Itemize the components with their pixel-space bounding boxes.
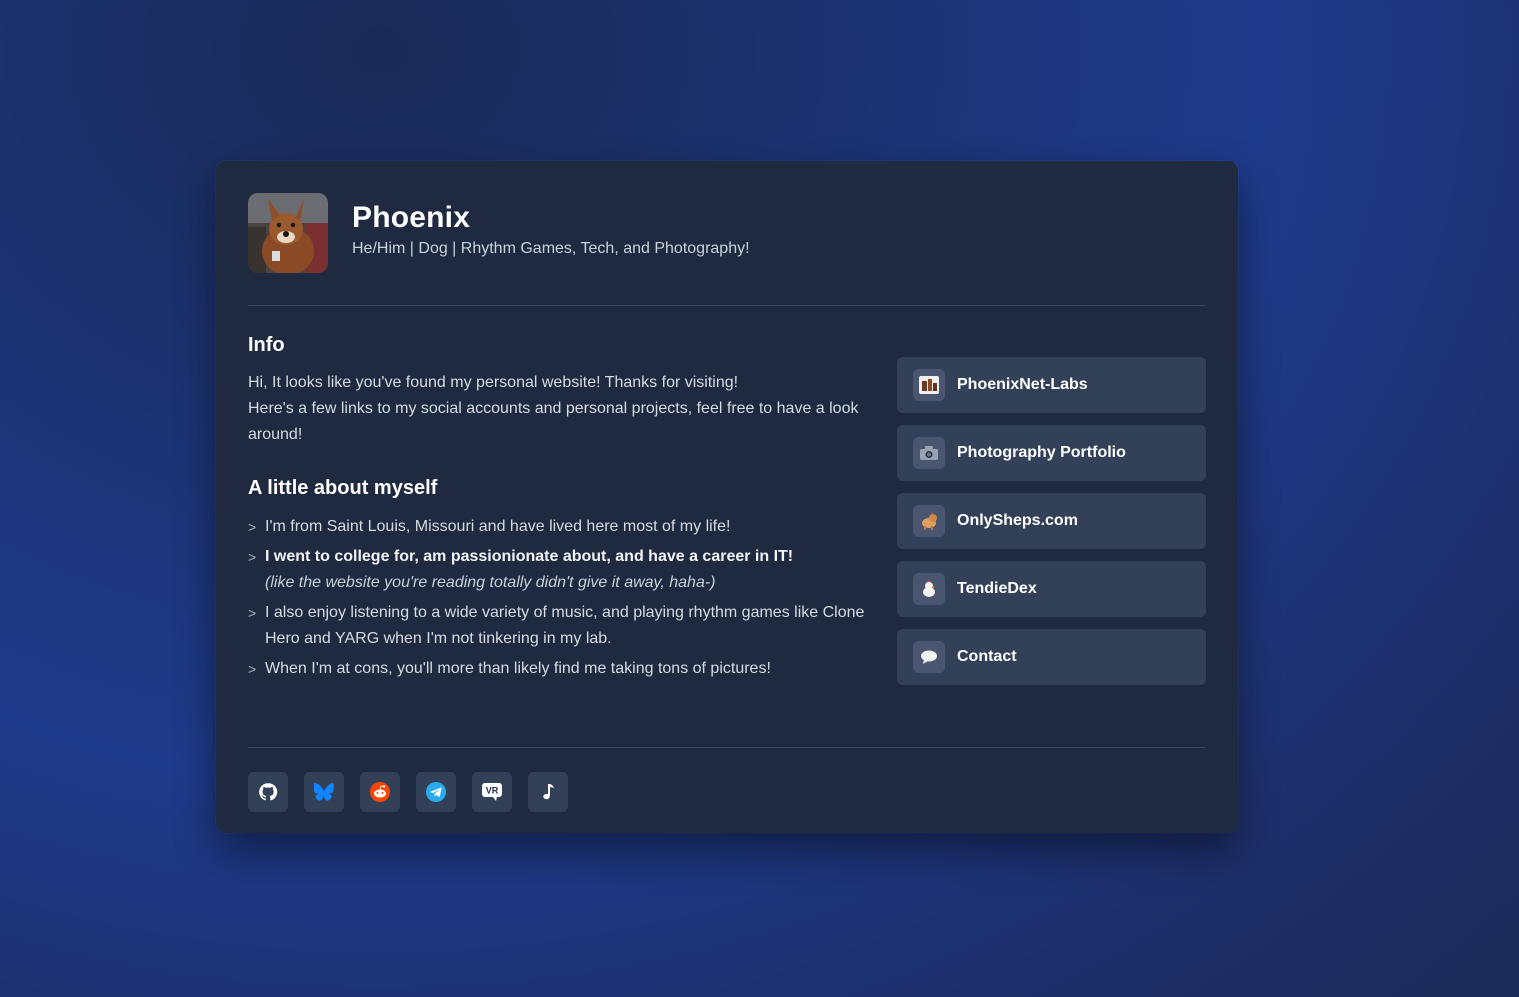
dog-icon — [913, 505, 945, 537]
link-button-phoenixnet-labs[interactable]: PhoenixNet-Labs — [897, 357, 1206, 413]
info-text: Hi, It looks like you've found my person… — [248, 370, 868, 448]
reddit-link[interactable] — [360, 772, 400, 812]
link-button-tendiedex[interactable]: TendieDex — [897, 561, 1206, 617]
link-button-contact[interactable]: Contact — [897, 629, 1206, 685]
info-column: Info Hi, It looks like you've found my p… — [248, 333, 868, 697]
link-label: PhoenixNet-Labs — [957, 376, 1088, 393]
link-button-photography-portfolio[interactable]: Photography Portfolio — [897, 425, 1206, 481]
speech-bubble-icon — [913, 641, 945, 673]
links-column: PhoenixNet-Labs Photography Portfolio On… — [897, 333, 1206, 697]
divider — [248, 305, 1206, 306]
info-line-2: Here's a few links to my social accounts… — [248, 400, 859, 443]
svg-text:VR: VR — [486, 786, 499, 796]
list-item: > I also enjoy listening to a wide varie… — [248, 600, 868, 652]
chevron-right-icon: > — [248, 549, 257, 565]
chevron-right-icon: > — [248, 605, 257, 621]
link-label: Photography Portfolio — [957, 444, 1126, 461]
info-line-1: Hi, It looks like you've found my person… — [248, 374, 739, 391]
about-list: > I'm from Saint Louis, Missouri and hav… — [248, 514, 868, 682]
reddit-icon — [370, 782, 390, 802]
bluesky-icon — [314, 783, 334, 801]
list-item: > I went to college for, am passionionat… — [248, 544, 868, 596]
avatar — [248, 193, 328, 273]
link-button-onlysheps[interactable]: OnlySheps.com — [897, 493, 1206, 549]
list-item: > I'm from Saint Louis, Missouri and hav… — [248, 514, 868, 540]
about-item-italic: (like the website you're reading totally… — [265, 574, 716, 591]
bluesky-link[interactable] — [304, 772, 344, 812]
telegram-icon — [426, 782, 446, 802]
link-label: TendieDex — [957, 580, 1037, 597]
divider — [248, 747, 1206, 748]
link-label: OnlySheps.com — [957, 512, 1078, 529]
about-item-bold: I went to college for, am passionionate … — [265, 548, 794, 565]
vrchat-link[interactable]: VR — [472, 772, 512, 812]
profile-card: Phoenix He/Him | Dog | Rhythm Games, Tec… — [216, 161, 1238, 833]
profile-header: Phoenix He/Him | Dog | Rhythm Games, Tec… — [248, 193, 1206, 273]
music-link[interactable] — [528, 772, 568, 812]
vrchat-icon: VR — [482, 783, 502, 801]
server-rack-icon — [913, 369, 945, 401]
list-item: > When I'm at cons, you'll more than lik… — [248, 656, 868, 682]
github-icon — [259, 783, 278, 801]
info-title: Info — [248, 334, 285, 356]
profile-tagline: He/Him | Dog | Rhythm Games, Tech, and P… — [352, 240, 750, 257]
social-links: VR — [248, 772, 1206, 812]
link-label: Contact — [957, 648, 1017, 665]
about-title: A little about myself — [248, 477, 438, 499]
profile-name: Phoenix — [352, 201, 471, 234]
telegram-link[interactable] — [416, 772, 456, 812]
music-note-icon — [543, 784, 554, 800]
chevron-right-icon: > — [248, 519, 257, 535]
chevron-right-icon: > — [248, 661, 257, 677]
chicken-icon — [913, 573, 945, 605]
camera-icon — [913, 437, 945, 469]
github-link[interactable] — [248, 772, 288, 812]
